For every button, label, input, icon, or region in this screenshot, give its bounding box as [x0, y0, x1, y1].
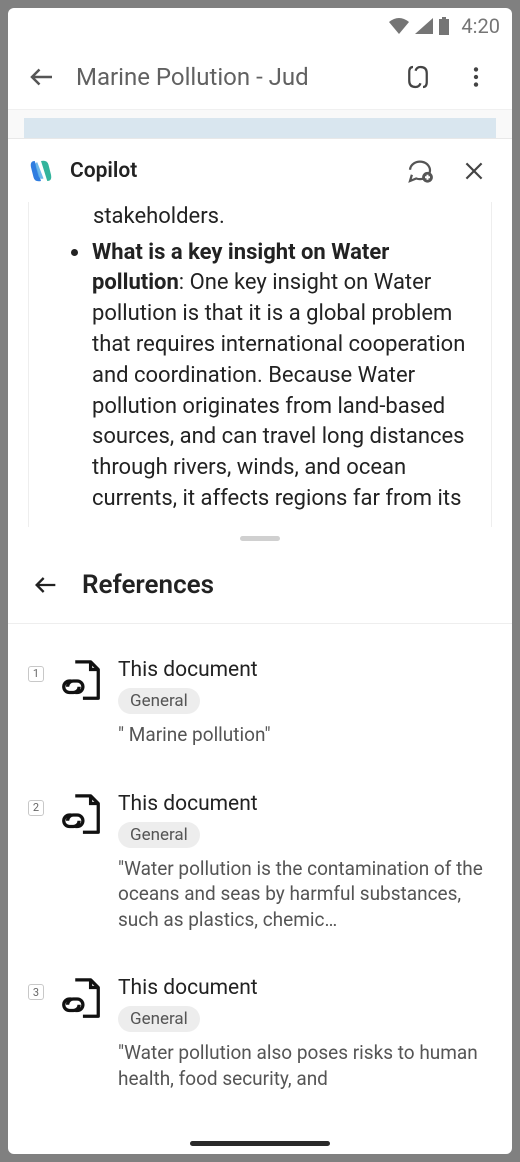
reference-snippet: "Water pollution also poses risks to hum… [118, 1040, 492, 1091]
reference-tag: General [118, 822, 200, 848]
status-bar: 4:20 [8, 8, 512, 44]
copilot-logo-icon [26, 156, 56, 186]
document-link-icon [58, 976, 104, 1022]
cellular-signal-icon [415, 18, 433, 34]
back-button[interactable] [22, 57, 62, 97]
reference-snippet: " Marine pollution" [118, 722, 492, 748]
references-title: References [82, 570, 214, 600]
references-header: References [8, 551, 512, 624]
copilot-toolbar-icon[interactable] [396, 55, 440, 99]
reference-index-badge: 2 [28, 800, 44, 816]
reference-title: This document [118, 792, 492, 816]
reference-snippet: "Water pollution is the contamination of… [118, 856, 492, 933]
reference-item[interactable]: 1 This document General " Marine polluti… [28, 634, 492, 768]
document-link-icon [58, 792, 104, 838]
copilot-bullet-body: : One key insight on Water pollution is … [92, 270, 465, 511]
new-chat-button[interactable] [400, 151, 440, 191]
reference-index-badge: 3 [28, 984, 44, 1000]
reference-tag: General [118, 1006, 200, 1032]
bullet-icon [71, 249, 78, 256]
reference-title: This document [118, 976, 492, 1000]
references-back-button[interactable] [28, 567, 64, 603]
copilot-bullet-item: What is a key insight on Water pollution… [53, 238, 467, 515]
copilot-response-body: stakeholders. What is a key insight on W… [28, 202, 492, 527]
reference-tag: General [118, 688, 200, 714]
document-preview-strip [8, 110, 512, 138]
app-bar: Marine Pollution - Jud [8, 44, 512, 110]
copilot-panel-title: Copilot [70, 159, 386, 183]
copilot-bullet-text: What is a key insight on Water pollution… [92, 238, 467, 515]
home-indicator[interactable] [190, 1141, 330, 1146]
battery-icon [439, 17, 449, 35]
more-options-button[interactable] [454, 55, 498, 99]
wifi-icon [389, 18, 409, 34]
copilot-panel-header: Copilot [8, 138, 512, 202]
references-list: 1 This document General " Marine polluti… [8, 624, 512, 1112]
reference-title: This document [118, 658, 492, 682]
reference-item[interactable]: 3 This document General "Water pollution… [28, 952, 492, 1111]
status-bar-time: 4:20 [461, 14, 500, 38]
document-link-icon [58, 658, 104, 704]
close-copilot-button[interactable] [454, 151, 494, 191]
reference-index-badge: 1 [28, 666, 44, 682]
reference-item[interactable]: 2 This document General "Water pollution… [28, 768, 492, 953]
copilot-response-line: stakeholders. [53, 202, 467, 232]
drag-handle[interactable] [8, 527, 512, 551]
document-title: Marine Pollution - Jud [76, 63, 382, 91]
